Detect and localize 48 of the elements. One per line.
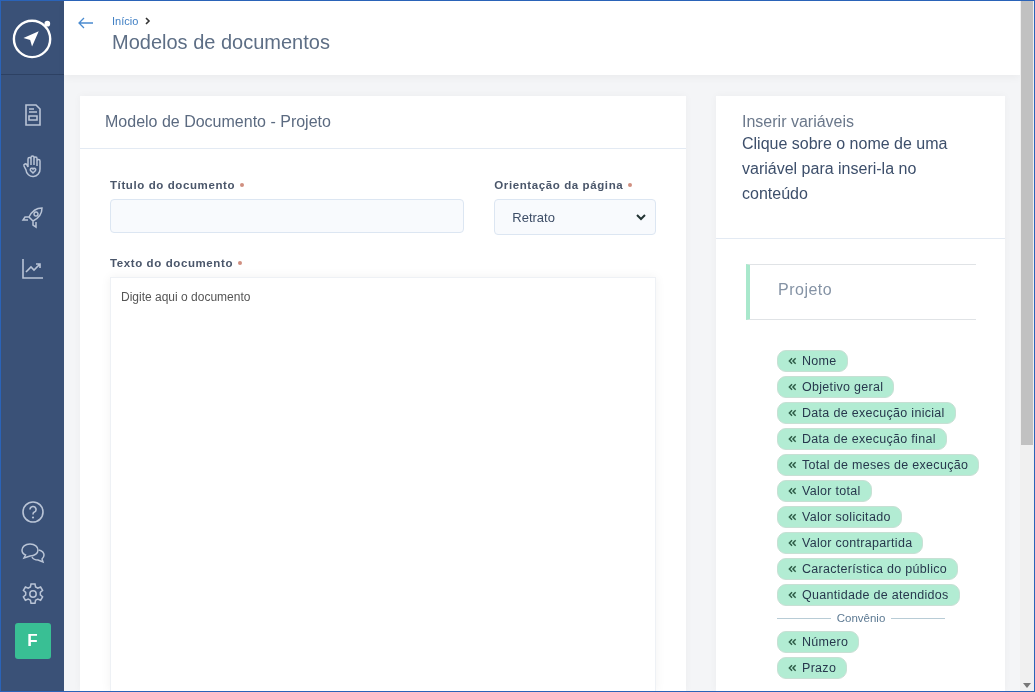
double-chevron-left-icon — [788, 664, 797, 672]
trend-chart-icon[interactable] — [20, 256, 45, 280]
help-icon[interactable] — [20, 500, 45, 524]
orientation-select[interactable]: Retrato — [494, 199, 656, 235]
variable-chip[interactable]: Data de execução inicial — [777, 402, 956, 424]
back-arrow-icon[interactable] — [78, 17, 94, 29]
page-title: Modelos de documentos — [112, 31, 330, 54]
variable-chip[interactable]: Nome — [777, 350, 848, 372]
variable-chip[interactable]: Objetivo geral — [777, 376, 895, 398]
settings-icon[interactable] — [20, 582, 45, 606]
title-input-field[interactable] — [110, 199, 465, 233]
double-chevron-left-icon — [788, 539, 797, 547]
card-title: Modelo de Documento - Projeto — [80, 96, 686, 149]
scroll-down-icon[interactable] — [1023, 683, 1031, 688]
variable-chip[interactable]: Quantidade de atendidos — [777, 584, 960, 606]
panel-hint: Clique sobre o nome de uma variável para inseri-la no conteúdo — [742, 134, 949, 204]
rocket-icon[interactable] — [20, 205, 45, 229]
chevron-down-icon — [636, 213, 646, 221]
double-chevron-left-icon — [788, 409, 797, 417]
chat-icon[interactable] — [19, 541, 46, 565]
panel-title: Inserir variáveis — [742, 113, 856, 131]
group-heading: Projeto — [746, 264, 976, 320]
double-chevron-left-icon — [788, 435, 797, 443]
variable-chip[interactable]: Característica do público — [777, 558, 959, 580]
scrollbar-thumb[interactable] — [1021, 1, 1033, 445]
double-chevron-left-icon — [788, 565, 797, 573]
section-divider-label: Convênio — [836, 612, 886, 624]
scrollbar[interactable] — [1020, 1, 1034, 691]
variable-chip[interactable]: Valor solicitado — [777, 506, 902, 528]
double-chevron-left-icon — [788, 513, 797, 521]
double-chevron-left-icon — [788, 638, 797, 646]
variable-chip[interactable]: Total de meses de execução — [777, 454, 980, 476]
variable-chip[interactable]: Valor total — [777, 480, 872, 502]
double-chevron-left-icon — [788, 357, 797, 365]
field-label: Orientação da página — [494, 179, 624, 191]
field-label: Título do documento — [110, 179, 236, 191]
double-chevron-left-icon — [788, 487, 797, 495]
double-chevron-left-icon — [788, 591, 797, 599]
chevron-right-icon — [145, 17, 152, 25]
variable-chip[interactable]: Valor contrapartida — [777, 532, 924, 554]
double-chevron-left-icon — [788, 383, 797, 391]
field-label: Texto do documento — [110, 257, 234, 269]
document-text-editor[interactable]: Digite aqui o documento — [110, 277, 656, 691]
breadcrumb-link[interactable]: Início — [112, 15, 139, 27]
variable-chip[interactable]: Prazo — [777, 657, 848, 679]
variable-chip[interactable]: Data de execução final — [777, 428, 947, 450]
variable-chip[interactable]: Número — [777, 631, 860, 653]
double-chevron-left-icon — [788, 461, 797, 469]
